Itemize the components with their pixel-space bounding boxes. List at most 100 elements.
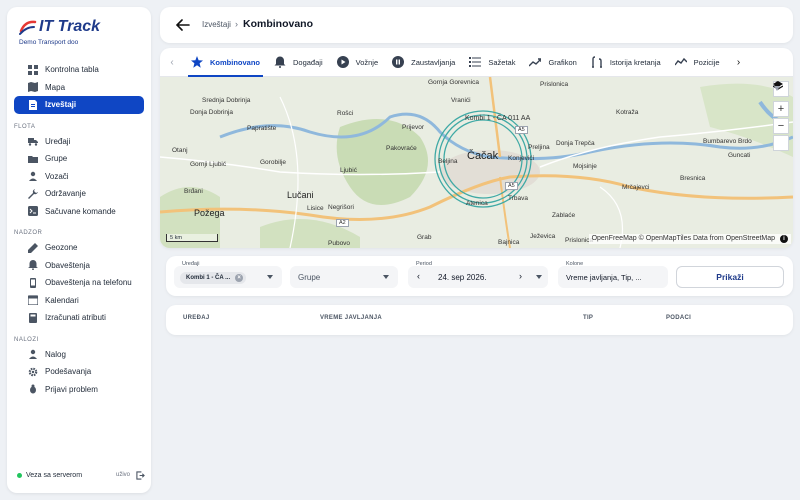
sidebar-item-uredjaji[interactable]: Uređaji <box>14 133 144 151</box>
columns-select[interactable]: Kolone Vreme javljanja, Tip, ... <box>558 261 668 288</box>
sidebar-item-izvestaji[interactable]: Izveštaji <box>14 96 144 114</box>
tab-kombinovano[interactable]: Kombinovano <box>184 48 267 77</box>
tab-label: Sažetak <box>488 57 516 67</box>
sidebar-item-obavestenja-na-telefonu[interactable]: Obaveštenja na telefonu <box>14 274 144 292</box>
period-prev-icon[interactable]: ‹ <box>417 271 420 281</box>
sidebar-item-odrzavanje[interactable]: Održavanje <box>14 185 144 203</box>
map[interactable]: Gornja Gorevnica Prislonica Srednja Dobr… <box>160 77 793 248</box>
period-select[interactable]: Period ‹ 24. sep 2026. › <box>408 261 548 288</box>
bell-icon <box>28 260 38 271</box>
gear-icon <box>28 367 38 377</box>
info-icon[interactable]: i <box>780 235 788 243</box>
connection-status-text: Veza sa serverom <box>26 471 83 479</box>
calculator-icon <box>29 312 37 323</box>
tab-sazetak[interactable]: Sažetak <box>462 48 522 77</box>
tab-label: Zaustavljanja <box>411 57 456 67</box>
report-filters: Uređaji Kombi 1 - ČA ... × Grupe Period … <box>166 256 793 296</box>
breadcrumb-reports[interactable]: Izveštaji <box>202 20 231 29</box>
sidebar-item-label: Kalendari <box>45 295 79 305</box>
groups-select[interactable]: Grupe <box>290 266 398 288</box>
sidebar-item-kontrolna-tabla[interactable]: Kontrolna tabla <box>14 61 144 79</box>
compass-button[interactable] <box>773 81 789 151</box>
play-icon <box>336 56 349 68</box>
map-label: Vranići <box>451 97 471 104</box>
column-header-time[interactable]: VREME JAVLJANJA <box>320 315 382 321</box>
logout-icon[interactable] <box>136 470 145 480</box>
sidebar-item-nalog[interactable]: Nalog <box>14 346 144 364</box>
map-label: Negrišori <box>328 204 355 211</box>
map-city-label: Čačak <box>467 150 499 162</box>
tabs-scroll-right-icon[interactable]: › <box>727 57 751 68</box>
back-arrow-icon[interactable] <box>176 18 190 32</box>
column-header-data[interactable]: PODACI <box>666 315 691 321</box>
tabs-scroll-left-icon[interactable]: ‹ <box>160 57 184 68</box>
command-icon <box>28 206 38 217</box>
tab-grafikon[interactable]: Grafikon <box>522 48 583 77</box>
sidebar-item-kalendari[interactable]: Kalendari <box>14 292 144 310</box>
map-label: Ljubić <box>340 167 357 174</box>
sidebar-item-prijavi-problem[interactable]: Prijavi problem <box>14 381 144 399</box>
pause-icon <box>392 56 405 68</box>
star-icon <box>191 56 203 68</box>
minus-icon: − <box>777 120 785 132</box>
sidebar-item-izracunati-atributi[interactable]: Izračunati atributi <box>14 309 144 327</box>
line-icon <box>674 57 687 66</box>
sidebar-item-label: Izračunati atributi <box>45 313 106 323</box>
show-button[interactable]: Prikaži <box>676 266 784 288</box>
device-select[interactable]: Uređaji Kombi 1 - ČA ... × <box>174 261 282 288</box>
bug-icon <box>30 384 36 394</box>
tab-label: Grafikon <box>548 57 577 67</box>
zoom-in-button[interactable]: + <box>773 101 789 117</box>
map-label: Grab <box>417 234 432 241</box>
map-label: Prijevor <box>402 124 425 131</box>
chip-remove-icon[interactable]: × <box>235 274 244 282</box>
device-select-label: Uređaji <box>182 261 200 267</box>
sidebar-item-grupe[interactable]: Grupe <box>14 150 144 168</box>
pencil-icon <box>28 242 38 253</box>
person-icon <box>29 172 37 182</box>
tab-zaustavljanja[interactable]: Zaustavljanja <box>385 48 462 77</box>
map-label: Rošci <box>337 110 354 117</box>
company-name: Demo Transport doo <box>19 39 79 46</box>
sidebar-item-mapa[interactable]: Mapa <box>14 79 144 97</box>
map-scale: 5 km <box>166 234 218 242</box>
sidebar-item-podesavanja[interactable]: Podešavanja <box>14 363 144 381</box>
dashboard-icon <box>28 64 38 75</box>
tab-dogadjaji[interactable]: Događaji <box>267 48 330 77</box>
chevron-down-icon <box>383 275 389 279</box>
vehicle-marker-label[interactable]: Kombi 1 - ČA 011 AA <box>465 115 530 122</box>
map-label: Zablaće <box>552 212 576 219</box>
map-label: Brđani <box>184 188 203 195</box>
page-header: Izveštaji › Kombinovano <box>160 7 793 43</box>
column-header-device[interactable]: UREĐAJ <box>183 315 209 321</box>
sidebar-item-label: Grupe <box>45 154 68 164</box>
sidebar-item-label: Nalog <box>45 349 66 359</box>
map-label: Požega <box>194 208 225 218</box>
calendar-icon <box>28 295 38 306</box>
sidebar-item-sacuvane-komande[interactable]: Sačuvane komande <box>14 203 144 221</box>
report-icon <box>29 99 37 110</box>
tab-voznje[interactable]: Vožnje <box>330 48 386 77</box>
tab-istorija-kretanja[interactable]: Istorija kretanja <box>584 48 668 77</box>
sidebar-item-label: Prijavi problem <box>45 384 98 394</box>
map-label: Lučani <box>287 190 314 200</box>
sidebar-item-label: Podešavanja <box>45 367 92 377</box>
map-label: Gornja Gorevnica <box>428 79 479 86</box>
column-header-type[interactable]: TIP <box>583 315 593 321</box>
sidebar-item-obavestenja[interactable]: Obaveštenja <box>14 257 144 275</box>
map-icon <box>28 82 38 93</box>
device-chip[interactable]: Kombi 1 - ČA ... × <box>180 272 247 284</box>
logo[interactable]: IT Track Demo Transport doo <box>19 17 139 47</box>
tab-label: Vožnje <box>355 57 379 67</box>
tab-label: Istorija kretanja <box>609 57 661 67</box>
map-label: Beljina <box>438 158 458 165</box>
map-label: Konjevići <box>508 155 535 162</box>
sidebar-item-geozone[interactable]: Geozone <box>14 239 144 257</box>
map-label: Pakovraće <box>386 145 417 152</box>
sidebar-item-vozaci[interactable]: Vozači <box>14 168 144 186</box>
tab-pozicije[interactable]: Pozicije <box>668 48 727 77</box>
period-next-icon[interactable]: › <box>519 271 522 281</box>
device-chip-label: Kombi 1 - ČA ... <box>186 275 231 281</box>
sidebar-item-label: Geozone <box>45 243 78 253</box>
zoom-out-button[interactable]: − <box>773 118 789 134</box>
